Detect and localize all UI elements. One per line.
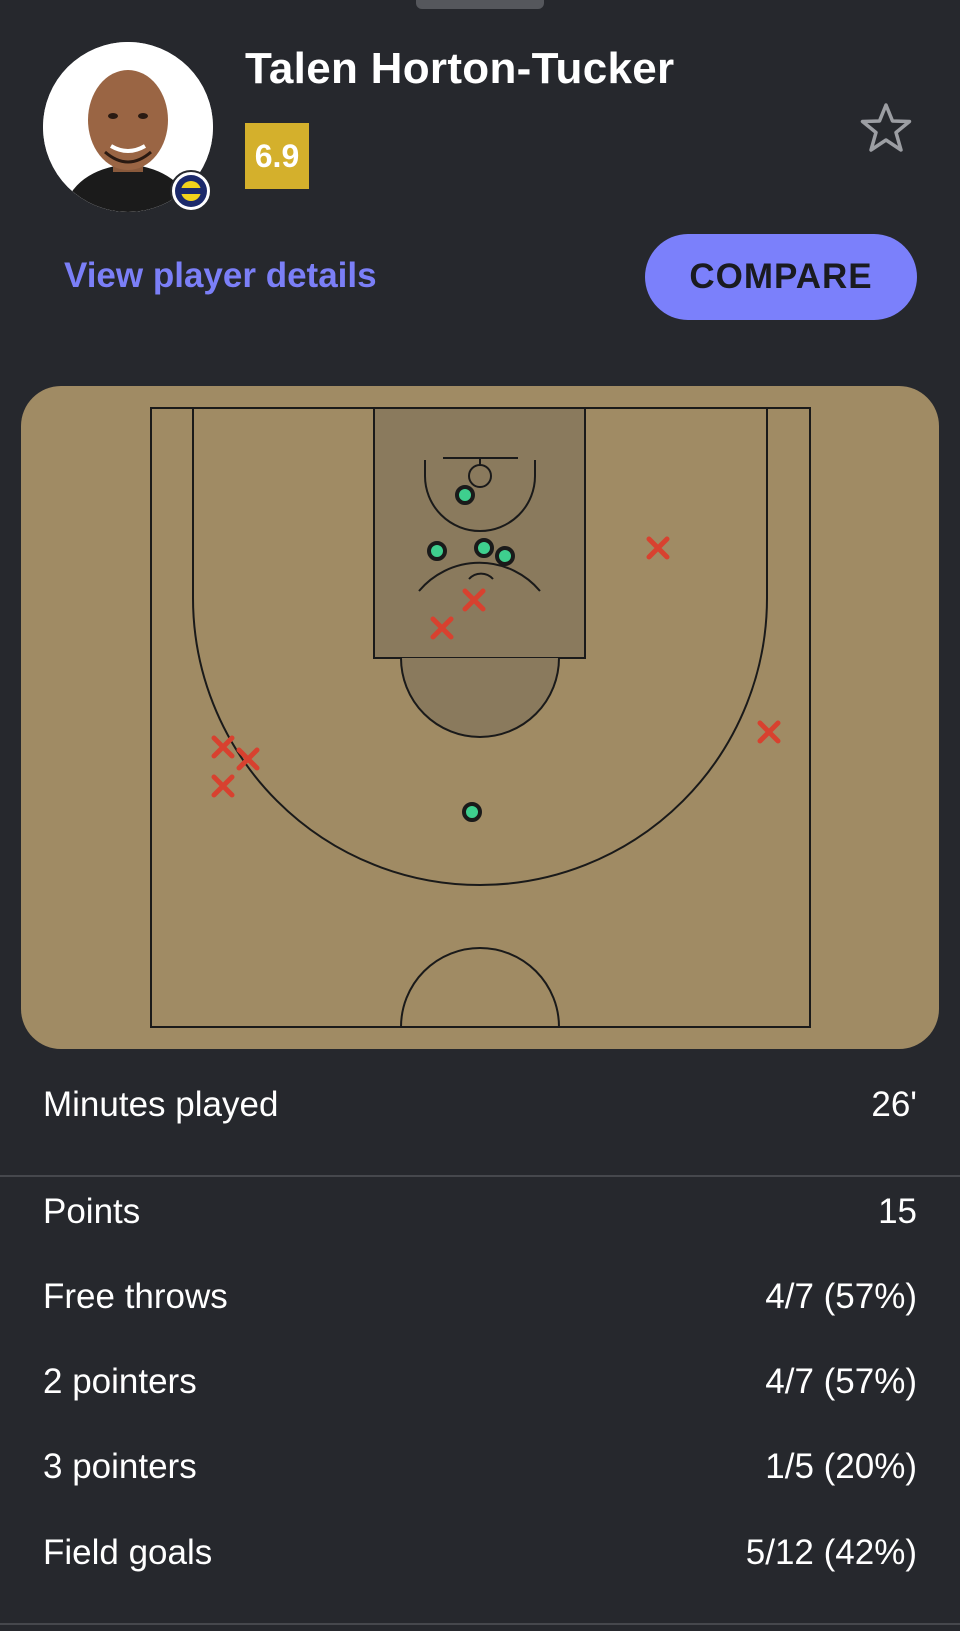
missed-shot-marker (211, 735, 235, 759)
divider (0, 1623, 960, 1625)
missed-shot-marker (757, 720, 781, 744)
made-shot-marker (455, 485, 475, 505)
center-circle (400, 947, 560, 1028)
stat-label: 2 pointers (43, 1362, 197, 1401)
shot-chart (21, 386, 939, 1049)
stat-label: Points (43, 1192, 141, 1231)
stat-value: 4/7 (57%) (765, 1362, 917, 1401)
free-throw-circle (400, 657, 560, 738)
missed-shot-marker (646, 536, 670, 560)
stat-row-free-throws: Free throws 4/7 (57%) (43, 1267, 917, 1327)
paint (373, 407, 586, 659)
stat-row-2-pointers: 2 pointers 4/7 (57%) (43, 1352, 917, 1412)
made-shot-marker (462, 802, 482, 822)
view-player-details-link[interactable]: View player details (64, 256, 377, 296)
made-shot-marker (474, 538, 494, 558)
star-outline-icon (860, 103, 912, 152)
stat-label: Free throws (43, 1277, 228, 1316)
stat-label: Minutes played (43, 1085, 279, 1124)
player-rating-badge: 6.9 (245, 123, 309, 189)
sheet-grabber-handle[interactable] (416, 0, 544, 9)
club-badge-icon (170, 170, 212, 212)
compare-button[interactable]: COMPARE (645, 234, 917, 320)
divider (0, 1175, 960, 1177)
stat-row-field-goals: Field goals 5/12 (42%) (43, 1523, 917, 1583)
stat-row-3-pointers: 3 pointers 1/5 (20%) (43, 1437, 917, 1497)
stat-value: 5/12 (42%) (745, 1533, 917, 1572)
stat-label: Field goals (43, 1533, 213, 1572)
made-shot-marker (495, 546, 515, 566)
stat-row-minutes: Minutes played 26' (43, 1075, 917, 1135)
stat-label: 3 pointers (43, 1447, 197, 1486)
made-shot-marker (427, 541, 447, 561)
stat-value: 26' (871, 1085, 917, 1124)
stat-value: 1/5 (20%) (765, 1447, 917, 1486)
stat-value: 4/7 (57%) (765, 1277, 917, 1316)
player-name: Talen Horton-Tucker (245, 44, 675, 93)
missed-shot-marker (211, 774, 235, 798)
favorite-star-button[interactable] (858, 100, 914, 156)
stat-row-points: Points 15 (43, 1182, 917, 1242)
stat-value: 15 (878, 1192, 917, 1231)
